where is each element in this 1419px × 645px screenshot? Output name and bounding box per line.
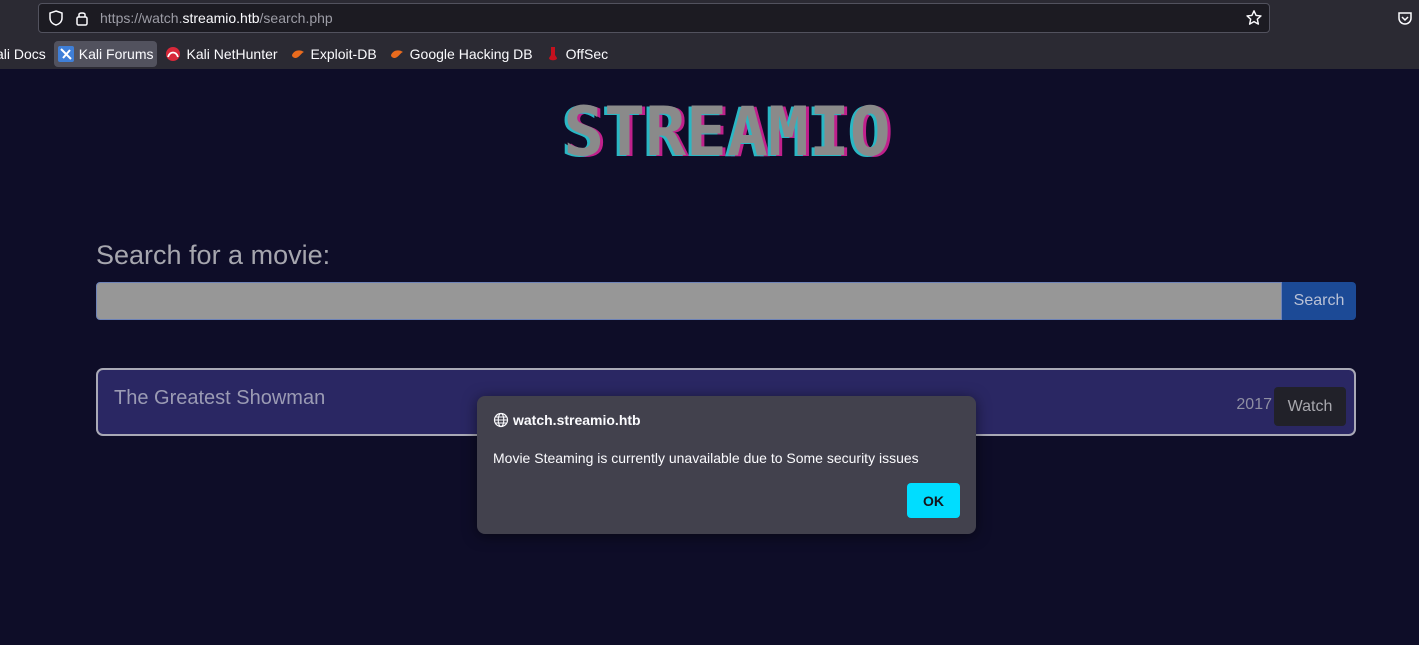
streamio-logo: STREAMIO STREAMIO STREAMIO (560, 100, 894, 162)
bookmark-offsec[interactable]: OffSec (541, 41, 613, 67)
exploit-db-icon (291, 49, 304, 58)
bookmark-kali-forums[interactable]: Kali Forums (53, 40, 158, 67)
dialog-origin: watch.streamio.htb (513, 412, 641, 428)
bookmark-kali-docs[interactable]: ali Docs (0, 41, 50, 67)
kali-nethunter-icon (166, 46, 181, 61)
bookmark-label: Kali Forums (78, 45, 154, 62)
globe-icon (493, 412, 509, 428)
bookmark-exploit-db[interactable]: Exploit-DB (286, 41, 381, 67)
bookmark-kali-nethunter[interactable]: Kali NetHunter (161, 41, 281, 67)
bookmark-label: Kali NetHunter (186, 45, 278, 62)
kali-forums-icon (57, 45, 74, 62)
bookmark-label: OffSec (565, 45, 609, 62)
search-heading: Search for a movie: (96, 240, 331, 270)
pocket-icon[interactable] (1396, 9, 1414, 27)
bookmarks-toolbar: ali Docs Kali Forums Kali NetHunter Expl… (0, 39, 616, 68)
movie-search-input[interactable] (96, 282, 1282, 320)
movie-title: The Greatest Showman (114, 387, 326, 409)
ok-button[interactable]: OK (907, 483, 960, 518)
lock-icon[interactable] (73, 9, 91, 27)
alert-dialog: watch.streamio.htb Movie Steaming is cur… (477, 396, 976, 534)
search-form: Search (96, 282, 1356, 320)
url-host: streamio.htb (182, 10, 260, 26)
dialog-message: Movie Steaming is currently unavailable … (493, 450, 919, 466)
url-prefix: https://watch. (100, 10, 183, 26)
browser-toolbar: https://watch.streamio.htb/search.php al… (0, 0, 1419, 69)
bookmark-google-hacking-db[interactable]: Google Hacking DB (385, 41, 537, 67)
url-path: /search.php (259, 10, 333, 26)
movie-year: 2017 (1236, 396, 1272, 413)
tracking-protection-shield-icon[interactable] (47, 9, 65, 27)
bookmark-star-icon[interactable] (1245, 9, 1263, 27)
bookmark-label: Exploit-DB (310, 45, 377, 62)
logo-text: STREAMIO (563, 100, 891, 162)
watch-button[interactable]: Watch (1274, 387, 1346, 426)
dialog-header: watch.streamio.htb (493, 412, 641, 428)
search-button[interactable]: Search (1282, 282, 1356, 320)
bookmark-label: ali Docs (0, 45, 46, 62)
address-bar[interactable]: https://watch.streamio.htb/search.php (38, 3, 1270, 33)
url-text: https://watch.streamio.htb/search.php (100, 10, 333, 26)
bookmark-label: Google Hacking DB (409, 45, 533, 62)
ghdb-icon (390, 49, 403, 58)
offsec-icon (548, 46, 557, 60)
